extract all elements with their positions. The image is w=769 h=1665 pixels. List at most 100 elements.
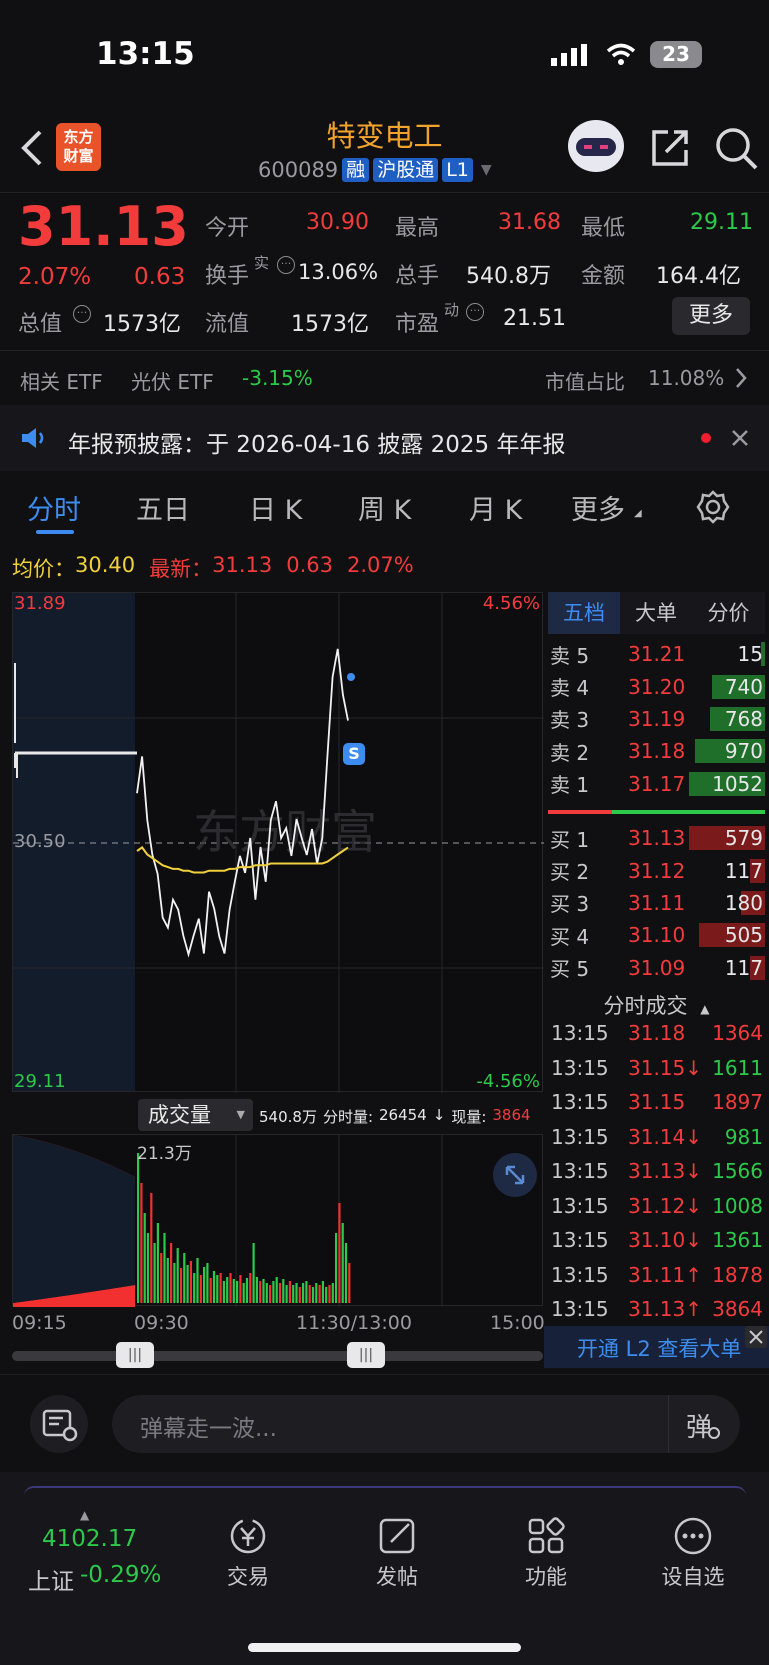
depth-bar-buy [612,810,765,814]
close-icon[interactable] [745,1326,767,1348]
book-volume: 768 [724,706,763,731]
volume-bar [186,1265,189,1303]
cur-label: 现量: [451,1108,487,1126]
info-icon[interactable]: ··· [466,303,484,321]
info-icon[interactable]: ··· [73,305,91,323]
more-button[interactable]: 更多 [672,297,750,335]
bid-row[interactable]: 买 5 31.09 117 [548,952,765,984]
bid-row[interactable]: 买 1 31.13 579 [548,822,765,854]
ratio-label: 市值占比 [545,370,625,394]
search-icon[interactable] [714,126,758,172]
etf-label: 相关 ETF [20,370,103,394]
last-price: 31.13 [18,195,189,258]
ask-row[interactable]: 卖 4 31.20 740 [548,670,765,702]
volume-bar [278,1283,282,1303]
vol-detail: 26454 [379,1106,427,1124]
tick-time: 13:15 [551,1159,609,1184]
index-change: -0.29% [80,1562,162,1588]
volume-bar [232,1279,235,1303]
danmaku-settings-icon[interactable] [30,1395,88,1453]
book-price: 31.20 [628,674,686,699]
tick-volume: 1611 [712,1055,763,1080]
home-indicator[interactable] [248,1643,521,1652]
tick-volume: 1566 [712,1159,763,1184]
book-price: 31.17 [628,771,686,796]
dropdown-icon[interactable]: ▼ [481,162,492,178]
danmaku-input[interactable]: 弹幕走一波... 弹 [112,1395,740,1453]
volume-bar [282,1279,285,1303]
tab-weekly-k[interactable]: 周 K [358,488,411,527]
nav-watchlist[interactable]: 设自选 [653,1516,733,1591]
tab-five-day[interactable]: 五日 [136,488,190,527]
nav-post-label: 发帖 [376,1565,418,1589]
price-line [136,648,349,958]
volume-chart[interactable]: 21.3万 [12,1134,543,1307]
volume-bar [219,1273,222,1303]
etf-name[interactable]: 光伏 ETF [131,366,214,395]
expand-icon[interactable] [493,1153,537,1197]
edit-icon [379,1518,415,1554]
nav-functions-label: 功能 [525,1565,567,1589]
index-value[interactable]: 4102.17 [42,1526,137,1552]
mktcap-value: 1573亿 [103,312,181,337]
share-icon[interactable] [648,126,692,170]
ask-row[interactable]: 卖 5 31.21 15 [548,638,765,670]
bid-row[interactable]: 买 4 31.10 505 [548,919,765,951]
tab-monthly-k[interactable]: 月 K [469,488,522,527]
volume-bar [236,1281,239,1303]
volume-bar [255,1277,258,1303]
tick-time: 13:15 [551,1297,609,1322]
tick-list: 13:15 31.18 1364 13:15 31.15↓ 1611 13:15 31.15 1… [548,1016,765,1327]
gear-icon[interactable] [696,490,730,524]
range-handle-left[interactable]: ||| [116,1342,154,1368]
range-track[interactable] [12,1351,543,1361]
volume-bar [262,1279,265,1303]
volume-bar [229,1273,232,1303]
signal-marker[interactable] [347,673,355,681]
book-price: 31.13 [628,826,686,851]
range-handle-right[interactable]: ||| [347,1342,385,1368]
tab-price-dist[interactable]: 分价 [692,592,765,634]
tab-intraday[interactable]: 分时 [27,488,81,527]
tab-more[interactable]: 更多 [571,488,625,527]
ask-row[interactable]: 卖 2 31.18 970 [548,735,765,767]
ask-row[interactable]: 卖 1 31.17 1052 [548,768,765,800]
nav-functions[interactable]: 功能 [506,1516,586,1591]
book-level-label: 买 1 [550,827,590,852]
expand-up-icon[interactable]: ▲ [80,1508,89,1522]
chevron-up-icon: ▲ [700,1002,710,1016]
tick-time: 13:15 [551,1228,609,1253]
volume-bar [189,1261,192,1303]
etf-change: -3.15% [242,366,313,390]
tab-five-levels[interactable]: 五档 [548,592,620,634]
tab-daily-k[interactable]: 日 K [249,488,302,527]
bid-row[interactable]: 买 2 31.12 117 [548,854,765,886]
tick-price: 31.15↓ [628,1055,703,1080]
index-row[interactable]: 上证 -0.29% [28,1562,161,1596]
danmaku-toggle-icon[interactable]: 弹 [686,1407,712,1444]
tab-big-orders[interactable]: 大单 [620,592,692,634]
change-amount: 0.63 [134,264,186,290]
robot-avatar-icon[interactable] [566,118,626,174]
ask-row[interactable]: 卖 3 31.19 768 [548,703,765,735]
chevron-right-icon[interactable] [734,366,748,390]
unread-dot [701,433,711,443]
sell-signal-icon[interactable]: S [343,743,365,765]
price-chart[interactable]: 东方财富 31.89 30.50 29.11 4.56% -4.56% S [12,592,544,1093]
tick-price: 31.13↓ [628,1159,703,1184]
nav-trade[interactable]: 交易 [208,1516,288,1591]
bid-row[interactable]: 买 3 31.11 180 [548,887,765,919]
tick-row: 13:15 31.12↓ 1008 [548,1189,765,1224]
book-volume: 15 [737,642,763,667]
info-icon[interactable]: ··· [277,256,295,274]
nav-post[interactable]: 发帖 [357,1516,437,1591]
low-label: 最低 [581,216,626,241]
price-summary: 均价： 30.40 最新： 31.13 0.63 2.07% [12,553,414,583]
volume-bar [160,1253,163,1303]
volume-dropdown[interactable]: 成交量 ▼ [138,1099,253,1131]
l2-banner[interactable]: 开通 L2 查看大单 [544,1326,769,1368]
wifi-icon [606,42,636,66]
close-icon[interactable] [731,429,749,447]
volume-bar [298,1287,301,1303]
depth-bar-sell [548,810,612,814]
